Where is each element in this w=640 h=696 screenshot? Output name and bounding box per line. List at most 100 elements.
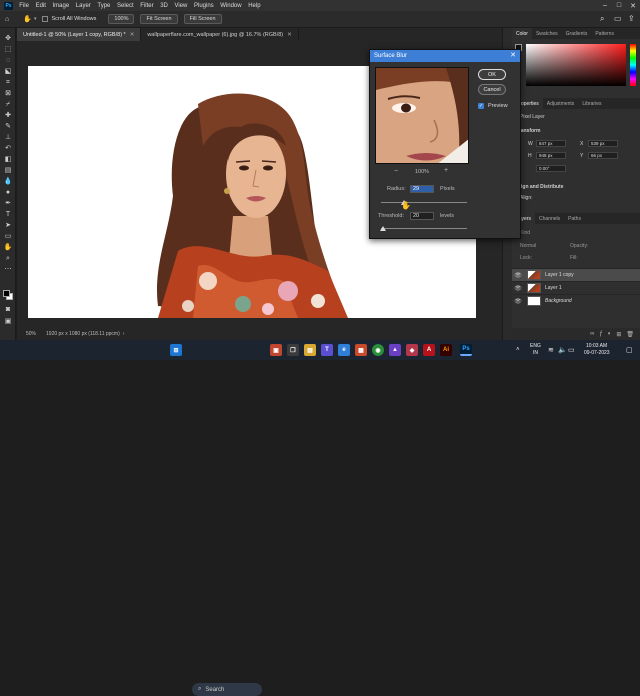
eyedropper-tool-icon[interactable]: ⌿ bbox=[2, 100, 14, 110]
windows-start-icon[interactable]: ⊞ bbox=[170, 344, 182, 356]
menu-3d[interactable]: 3D bbox=[157, 3, 171, 9]
zoom-tool-icon[interactable]: ⌕ bbox=[2, 254, 14, 264]
close-tab-icon[interactable]: ✕ bbox=[287, 32, 292, 38]
marquee-tool-icon[interactable]: ⬚ bbox=[2, 45, 14, 55]
minimize-icon[interactable]: – bbox=[598, 0, 612, 11]
tab-untitled-1[interactable]: Untitled-1 @ 50% (Layer 1 copy, RGB/8) *… bbox=[17, 28, 142, 41]
zoom-100-button[interactable]: 100% bbox=[108, 14, 135, 24]
battery-icon[interactable]: ▭ bbox=[568, 346, 575, 354]
width-field[interactable]: 847 px bbox=[536, 140, 566, 147]
document-info[interactable]: 1920 px x 1080 px (118.11 ppcm) bbox=[46, 331, 120, 337]
fx-icon[interactable]: ƒ bbox=[599, 331, 602, 337]
acrobat-icon[interactable]: A bbox=[423, 344, 435, 356]
layer-filter-kind[interactable]: Kind bbox=[520, 230, 530, 236]
language-in[interactable]: IN bbox=[533, 350, 538, 356]
layer-name[interactable]: Layer 1 copy bbox=[545, 272, 574, 278]
menu-image[interactable]: Image bbox=[49, 3, 72, 9]
eye-icon[interactable]: 👁 bbox=[512, 285, 524, 292]
hue-slider[interactable] bbox=[630, 44, 636, 86]
chrome-icon[interactable]: ◉ bbox=[372, 344, 384, 356]
rectangle-tool-icon[interactable]: ▭ bbox=[2, 232, 14, 242]
hand-tool-icon[interactable]: ✋ bbox=[2, 243, 14, 253]
close-icon[interactable]: ✕ bbox=[510, 50, 516, 62]
layer-name[interactable]: Background bbox=[545, 298, 572, 304]
clone-stamp-tool-icon[interactable]: ⊥ bbox=[2, 133, 14, 143]
tab-gradients[interactable]: Gradients bbox=[562, 28, 592, 39]
scroll-all-windows-checkbox[interactable] bbox=[42, 16, 49, 22]
healing-brush-tool-icon[interactable]: ✚ bbox=[2, 111, 14, 121]
menu-view[interactable]: View bbox=[171, 3, 191, 9]
path-select-tool-icon[interactable]: ➤ bbox=[2, 221, 14, 231]
dialog-titlebar[interactable]: Surface Blur ✕ bbox=[370, 50, 520, 62]
angle-field[interactable]: 0.00° bbox=[536, 165, 566, 172]
eraser-tool-icon[interactable]: ◧ bbox=[2, 155, 14, 165]
workspace-icon[interactable]: ▭ bbox=[614, 14, 622, 23]
screen-mode-icon[interactable]: ▣ bbox=[2, 317, 14, 327]
tab-adjustments[interactable]: Adjustments bbox=[543, 98, 579, 109]
clock-time[interactable]: 10:03 AM bbox=[586, 343, 607, 349]
threshold-input[interactable]: 20 bbox=[410, 212, 434, 220]
chevron-right-icon[interactable]: › bbox=[123, 331, 125, 337]
edge-icon[interactable]: e bbox=[338, 344, 350, 356]
gradient-tool-icon[interactable]: ▤ bbox=[2, 166, 14, 176]
menu-filter[interactable]: Filter bbox=[137, 3, 157, 9]
more-tools-icon[interactable]: ⋯ bbox=[2, 265, 14, 275]
new-layer-icon[interactable]: ⊞ bbox=[616, 331, 621, 338]
language-eng[interactable]: ENG bbox=[530, 343, 541, 349]
tab-libraries[interactable]: Libraries bbox=[578, 98, 605, 109]
menu-layer[interactable]: Layer bbox=[72, 3, 94, 9]
teams-icon[interactable]: T bbox=[321, 344, 333, 356]
preview-checkbox[interactable]: ✓ bbox=[478, 103, 484, 109]
frame-tool-icon[interactable]: ⊠ bbox=[2, 89, 14, 99]
blur-tool-icon[interactable]: 💧 bbox=[2, 177, 14, 187]
delete-layer-icon[interactable]: 🗑 bbox=[626, 331, 634, 338]
color-picker-field[interactable] bbox=[526, 44, 626, 86]
taskbar-search[interactable]: ⌕ Search bbox=[192, 683, 262, 696]
layer-row[interactable]: 👁 Background bbox=[512, 294, 640, 307]
y-field[interactable]: 66 px bbox=[588, 152, 618, 159]
eye-icon[interactable]: 👁 bbox=[512, 272, 524, 279]
menu-plugins[interactable]: Plugins bbox=[191, 3, 217, 9]
fit-screen-button[interactable]: Fit Screen bbox=[140, 14, 178, 24]
mask-icon[interactable]: ◐ bbox=[608, 331, 612, 337]
zoom-out-icon[interactable]: − bbox=[394, 168, 398, 175]
blend-mode-select[interactable]: Normal bbox=[520, 243, 536, 249]
cancel-button[interactable]: Cancel bbox=[478, 84, 506, 95]
illustrator-icon[interactable]: Ai bbox=[440, 344, 452, 356]
home-icon[interactable]: ⌂ bbox=[5, 16, 9, 23]
menu-type[interactable]: Type bbox=[94, 3, 114, 9]
notification-icon[interactable]: ▢ bbox=[626, 346, 633, 354]
crop-tool-icon[interactable]: ⌗ bbox=[2, 78, 14, 88]
height-field[interactable]: 948 px bbox=[536, 152, 566, 159]
tab-swatches[interactable]: Swatches bbox=[532, 28, 562, 39]
tray-chevron-icon[interactable]: ˄ bbox=[516, 347, 520, 353]
type-tool-icon[interactable]: T bbox=[2, 210, 14, 220]
close-window-icon[interactable]: ✕ bbox=[626, 0, 640, 11]
x-field[interactable]: 539 px bbox=[588, 140, 618, 147]
photoshop-taskbar-icon[interactable]: Ps bbox=[460, 344, 472, 356]
pen-tool-icon[interactable]: ✒ bbox=[2, 199, 14, 209]
radius-input[interactable]: 29 bbox=[410, 185, 434, 193]
ok-button[interactable]: OK bbox=[478, 69, 506, 80]
tab-channels[interactable]: Channels bbox=[535, 213, 564, 224]
foreground-color-swatch[interactable] bbox=[3, 290, 10, 297]
threshold-slider-thumb[interactable] bbox=[380, 226, 386, 231]
menu-file[interactable]: File bbox=[16, 3, 32, 9]
layer-name[interactable]: Layer 1 bbox=[545, 285, 562, 291]
history-brush-tool-icon[interactable]: ↶ bbox=[2, 144, 14, 154]
clock-date[interactable]: 09-07-2023 bbox=[584, 350, 610, 356]
eye-icon[interactable]: 👁 bbox=[512, 298, 524, 305]
object-select-tool-icon[interactable]: ⬕ bbox=[2, 67, 14, 77]
store-icon[interactable]: ▦ bbox=[355, 344, 367, 356]
filter-preview[interactable] bbox=[375, 67, 469, 164]
link-layers-icon[interactable]: ∞ bbox=[590, 331, 594, 337]
fill-screen-button[interactable]: Fill Screen bbox=[183, 14, 222, 24]
app3-icon[interactable]: ◆ bbox=[406, 344, 418, 356]
wifi-icon[interactable]: ≋ bbox=[548, 346, 554, 354]
task-view-icon[interactable]: ❐ bbox=[287, 344, 299, 356]
maximize-icon[interactable]: □ bbox=[612, 0, 626, 11]
tab-paths[interactable]: Paths bbox=[564, 213, 585, 224]
chevron-down-icon[interactable]: ▾ bbox=[34, 16, 37, 22]
close-tab-icon[interactable]: ✕ bbox=[130, 32, 135, 38]
menu-help[interactable]: Help bbox=[245, 3, 264, 9]
